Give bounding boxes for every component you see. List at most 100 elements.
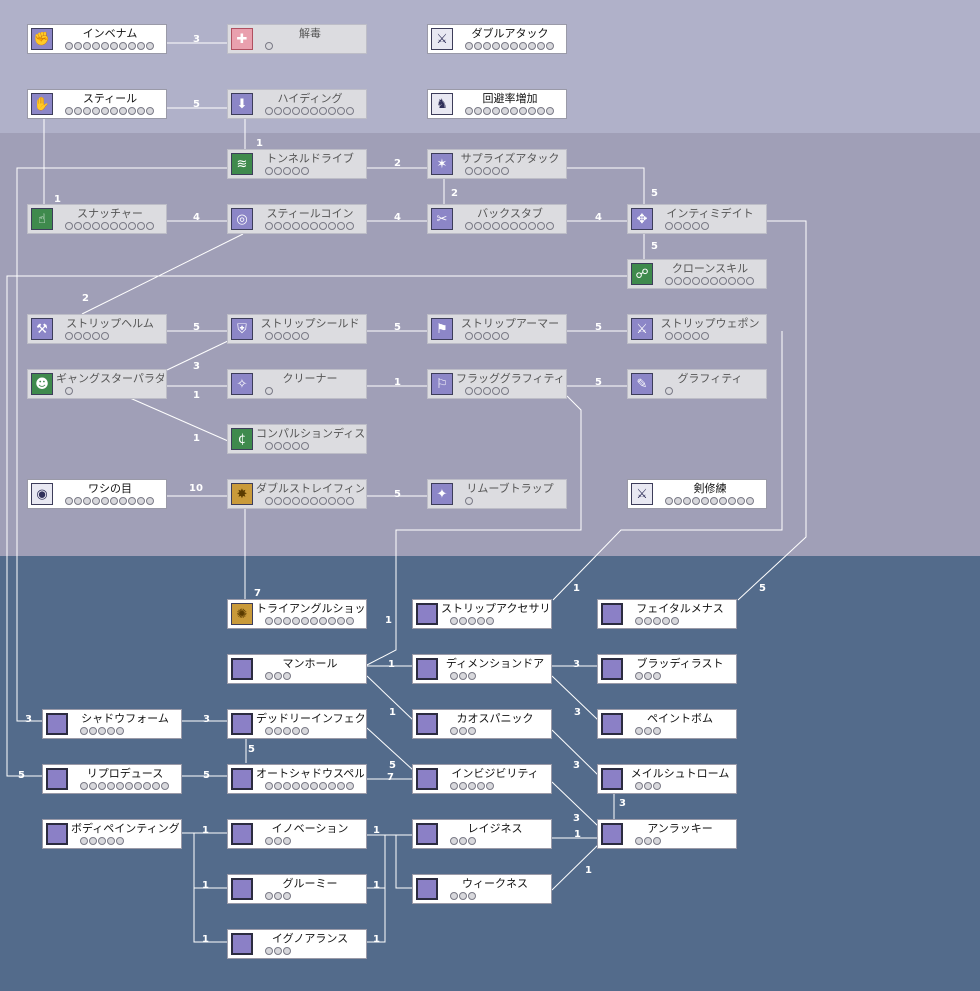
level-dot[interactable] [301,727,309,735]
level-dot[interactable] [459,782,467,790]
level-dot[interactable] [692,332,700,340]
level-dot[interactable] [337,617,345,625]
level-dot[interactable] [537,42,545,50]
level-dot[interactable] [265,617,273,625]
skill-cleaner[interactable]: ✧ クリーナー [227,369,367,399]
level-dot[interactable] [510,42,518,50]
level-dot[interactable] [683,332,691,340]
level-dot[interactable] [128,42,136,50]
skill-surprise-attack[interactable]: ✶ サプライズアタック [427,149,567,179]
level-dot[interactable] [265,672,273,680]
level-dot[interactable] [701,222,709,230]
level-dot[interactable] [146,222,154,230]
level-dot[interactable] [274,222,282,230]
level-dot[interactable] [152,782,160,790]
level-dot[interactable] [683,277,691,285]
level-dot[interactable] [143,782,151,790]
level-dot[interactable] [710,497,718,505]
level-dot[interactable] [546,42,554,50]
skill-clone-skill[interactable]: ☍ クローンスキル [627,259,767,289]
level-dot[interactable] [292,442,300,450]
level-dot[interactable] [492,42,500,50]
level-dot[interactable] [719,277,727,285]
level-dot[interactable] [283,617,291,625]
level-dot[interactable] [483,332,491,340]
level-dot[interactable] [292,727,300,735]
level-dot[interactable] [459,727,467,735]
skill-flag-graffiti[interactable]: ⚐ フラッググラフィティ [427,369,567,399]
skill-hiding[interactable]: ⬇ ハイディング [227,89,367,119]
level-dot[interactable] [92,332,100,340]
level-dot[interactable] [492,387,500,395]
level-dot[interactable] [468,672,476,680]
level-dot[interactable] [346,782,354,790]
level-dot[interactable] [510,222,518,230]
level-dot[interactable] [465,332,473,340]
skill-tunnel-drive[interactable]: ≋ トンネルドライブ [227,149,367,179]
level-dot[interactable] [274,782,282,790]
level-dot[interactable] [274,167,282,175]
level-dot[interactable] [465,167,473,175]
level-dot[interactable] [519,107,527,115]
skill-triangle-shot[interactable]: ✺トライアングルショット [227,599,367,629]
level-dot[interactable] [283,442,291,450]
level-dot[interactable] [483,387,491,395]
level-dot[interactable] [665,222,673,230]
level-dot[interactable] [80,837,88,845]
level-dot[interactable] [89,782,97,790]
level-dot[interactable] [134,782,142,790]
level-dot[interactable] [319,497,327,505]
level-dot[interactable] [301,617,309,625]
level-dot[interactable] [468,782,476,790]
level-dot[interactable] [319,782,327,790]
skill-dimension-door[interactable]: ディメンションドア [412,654,552,684]
level-dot[interactable] [644,837,652,845]
level-dot[interactable] [274,107,282,115]
level-dot[interactable] [265,167,273,175]
level-dot[interactable] [265,892,273,900]
level-dot[interactable] [662,617,670,625]
skill-invisibility[interactable]: インビジビリティ [412,764,552,794]
level-dot[interactable] [510,107,518,115]
level-dot[interactable] [468,892,476,900]
level-dot[interactable] [283,727,291,735]
level-dot[interactable] [146,497,154,505]
skill-strip-helm[interactable]: ⚒ ストリップヘルム [27,314,167,344]
skill-unlucky[interactable]: アンラッキー [597,819,737,849]
level-dot[interactable] [265,332,273,340]
level-dot[interactable] [319,617,327,625]
level-dot[interactable] [310,782,318,790]
level-dot[interactable] [92,42,100,50]
level-dot[interactable] [274,672,282,680]
level-dot[interactable] [119,107,127,115]
level-dot[interactable] [346,107,354,115]
level-dot[interactable] [328,497,336,505]
level-dot[interactable] [292,497,300,505]
level-dot[interactable] [146,107,154,115]
level-dot[interactable] [546,107,554,115]
level-dot[interactable] [274,442,282,450]
level-dot[interactable] [65,42,73,50]
level-dot[interactable] [128,497,136,505]
level-dot[interactable] [701,497,709,505]
level-dot[interactable] [274,617,282,625]
level-dot[interactable] [492,332,500,340]
level-dot[interactable] [110,222,118,230]
level-dot[interactable] [283,222,291,230]
level-dot[interactable] [346,497,354,505]
level-dot[interactable] [119,42,127,50]
skill-weakness[interactable]: ウィークネス [412,874,552,904]
level-dot[interactable] [653,837,661,845]
level-dot[interactable] [265,727,273,735]
level-dot[interactable] [674,277,682,285]
level-dot[interactable] [465,42,473,50]
skill-ignorance[interactable]: イグノアランス [227,929,367,959]
skill-strip-accessory[interactable]: ストリップアクセサリー [412,599,552,629]
skill-snatcher[interactable]: ☝ スナッチャー [27,204,167,234]
level-dot[interactable] [486,617,494,625]
level-dot[interactable] [501,222,509,230]
level-dot[interactable] [450,672,458,680]
level-dot[interactable] [474,42,482,50]
level-dot[interactable] [459,617,467,625]
level-dot[interactable] [265,837,273,845]
